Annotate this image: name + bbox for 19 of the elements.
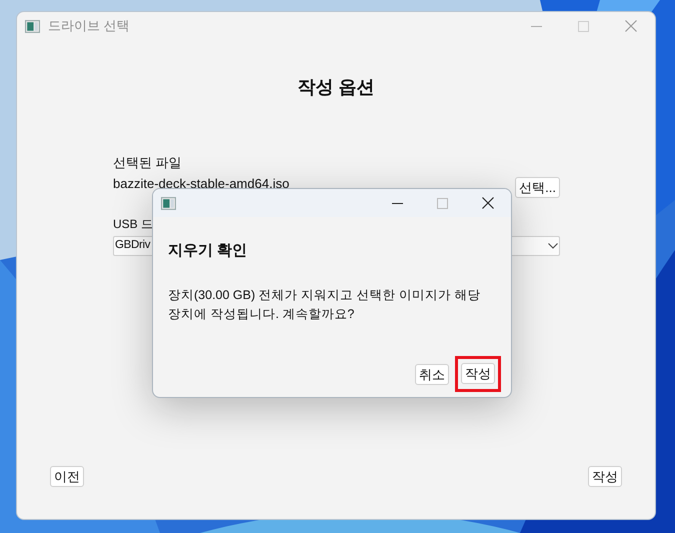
drive-value: GBDriv: [115, 238, 150, 253]
chevron-down-icon: [548, 242, 558, 248]
push-button[interactable]: 선택...: [515, 176, 560, 198]
maximize-icon[interactable]: [437, 198, 448, 208]
dialog-message: 장치(30.00 GB) 전체가 지워지고 선택한 이미지가 해당 장치에 작성됩니다. 계속할까요?: [168, 286, 482, 322]
dialog-heading: 지우기 확인: [168, 241, 248, 261]
window-title: 드라이브 선택: [48, 17, 130, 36]
push-button[interactable]: 작성: [588, 466, 622, 487]
push-button[interactable]: 작성: [461, 363, 495, 384]
field-label: USB 드: [113, 216, 154, 232]
file-name: bazzite-deck-stable-amd64.iso: [113, 175, 290, 194]
page-heading: 작성 옵션: [297, 76, 374, 99]
maximize-icon[interactable]: [578, 20, 589, 32]
app-icon: [25, 20, 40, 32]
close-icon[interactable]: [482, 197, 494, 209]
app-icon: [161, 196, 176, 210]
push-button[interactable]: 취소: [415, 364, 449, 384]
field-label: 선택된 파일: [113, 154, 183, 172]
push-button[interactable]: 이전: [50, 466, 84, 487]
